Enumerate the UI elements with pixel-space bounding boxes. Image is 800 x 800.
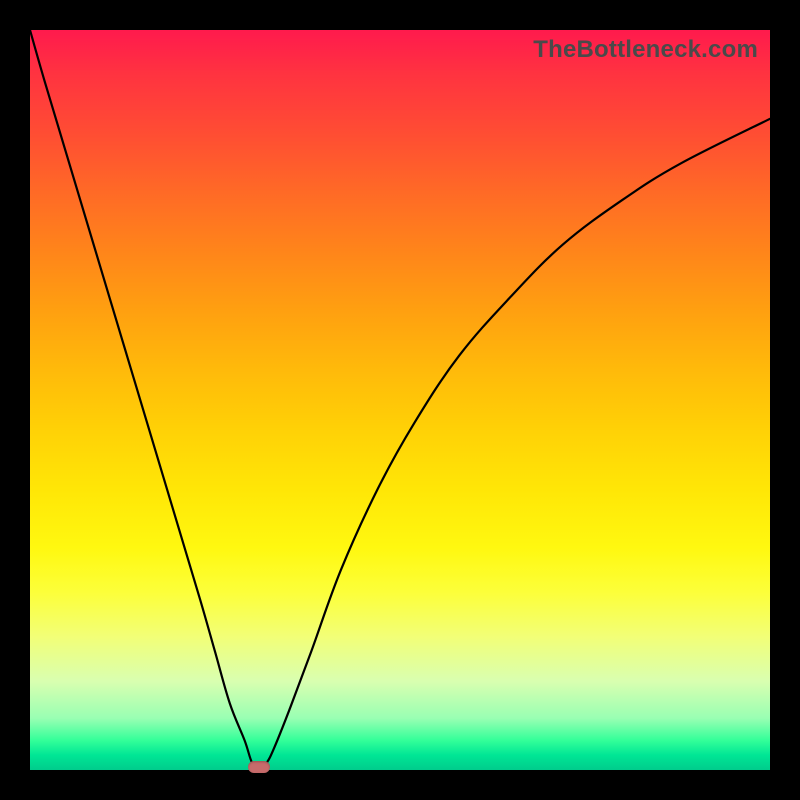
minimum-marker bbox=[248, 761, 270, 773]
chart-frame: TheBottleneck.com bbox=[0, 0, 800, 800]
bottleneck-curve bbox=[30, 30, 770, 770]
plot-area: TheBottleneck.com bbox=[30, 30, 770, 770]
curve-path bbox=[30, 30, 770, 770]
